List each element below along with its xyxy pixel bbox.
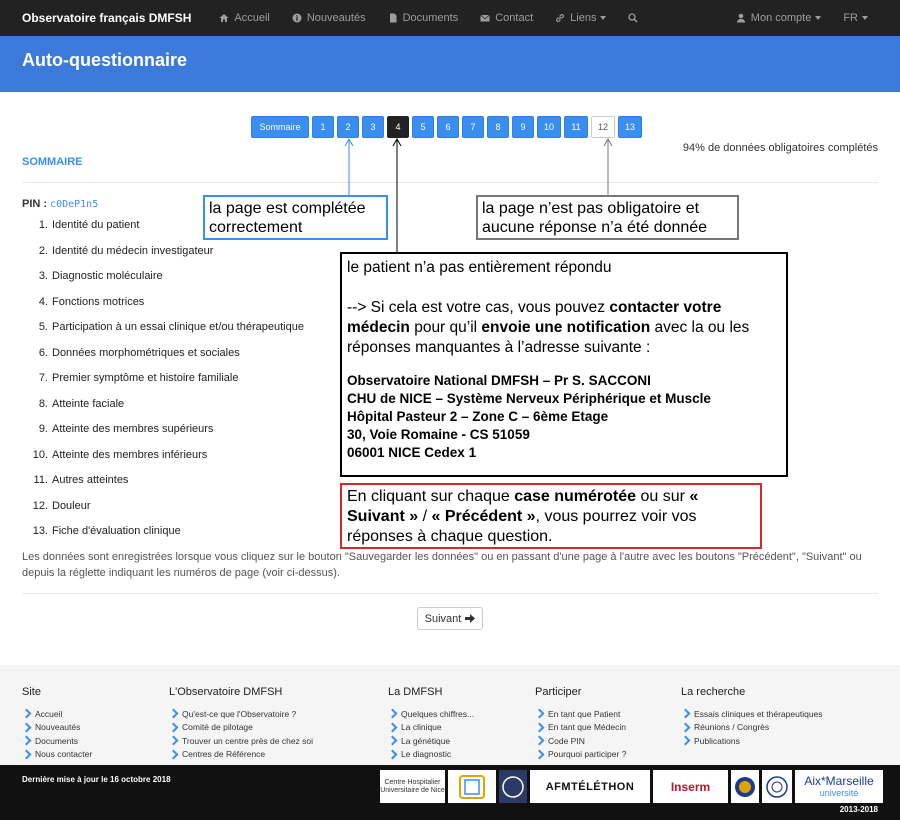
- footer-link[interactable]: Qu'est-ce que l'Observatoire ?: [168, 707, 313, 721]
- footer-link[interactable]: Trouver un centre près de chez soi: [168, 734, 313, 748]
- callout-completed: la page est complétée correctement: [203, 195, 388, 240]
- chevron-right-icon: [534, 735, 545, 746]
- postal-address: Observatoire National DMFSH – Pr S. SACC…: [347, 373, 711, 460]
- last-update: Dernière mise à jour le 16 octobre 2018: [22, 775, 171, 784]
- footer-link[interactable]: La clinique: [387, 721, 474, 735]
- save-note: Les données sont enregistrées lorsque vo…: [22, 551, 862, 579]
- footer-link[interactable]: Pourquoi participer ?: [534, 748, 626, 762]
- callout-line: le patient n’a pas entièrement répondu: [347, 259, 612, 276]
- summary-item[interactable]: 5. Participation à un essai clinique et/o…: [22, 321, 352, 347]
- university-logo[interactable]: [448, 770, 496, 803]
- chevron-right-icon: [534, 722, 545, 733]
- chevron-right-icon: [168, 708, 179, 719]
- callout-navigation: En cliquant sur chaque case numérotée ou…: [340, 483, 762, 549]
- cnrs-circle-icon: [502, 775, 524, 798]
- footer: Site Accueil Nouveautés Documents Nous c…: [0, 665, 900, 765]
- chevron-right-icon: [168, 722, 179, 733]
- footer-link[interactable]: Essais cliniques et thérapeutiques: [680, 707, 823, 721]
- chevron-right-icon: [168, 749, 179, 760]
- footer-link[interactable]: Accueil: [21, 707, 92, 721]
- next-label: Suivant: [424, 612, 462, 625]
- footer-link[interactable]: Comité de pilotage: [168, 721, 313, 735]
- seal-logo[interactable]: [731, 770, 759, 803]
- footer-col-dmfsh: La DMFSH Quelques chiffres... La cliniqu…: [387, 686, 474, 762]
- chevron-right-icon: [534, 708, 545, 719]
- arrow-right-icon: [465, 614, 476, 623]
- footer-link[interactable]: En tant que Médecin: [534, 721, 626, 735]
- copyright: 2013-2018: [839, 805, 878, 814]
- chu-nice-logo[interactable]: Centre Hospitalier Universitaire de Nice: [380, 770, 445, 803]
- footer-link[interactable]: Documents: [21, 734, 92, 748]
- chevron-right-icon: [21, 749, 32, 760]
- footer-link[interactable]: Le diagnostic: [387, 748, 474, 762]
- footer-link[interactable]: Code PIN: [534, 734, 626, 748]
- summary-item[interactable]: 8. Atteinte faciale: [22, 398, 352, 424]
- university-seal-icon: [459, 774, 485, 799]
- seal-icon: [735, 776, 755, 797]
- footer-col-recherche: La recherche Essais cliniques et thérape…: [680, 686, 823, 748]
- chevron-right-icon: [680, 722, 691, 733]
- summary-item[interactable]: 9. Atteinte des membres supérieurs: [22, 423, 352, 449]
- divider: [22, 593, 878, 594]
- footer-col-title: La DMFSH: [388, 686, 443, 698]
- seal-icon: [766, 775, 788, 798]
- footer-link[interactable]: Réunions / Congrès: [680, 721, 823, 735]
- callout-paragraph: --> Si cela est votre cas, vous pouvez c…: [347, 299, 750, 356]
- footer-link[interactable]: En tant que Patient: [534, 707, 626, 721]
- footer-col-site: Site Accueil Nouveautés Documents Nous c…: [21, 686, 92, 762]
- footer-col-title: La recherche: [681, 686, 746, 698]
- footer-link[interactable]: La génétique: [387, 734, 474, 748]
- next-button[interactable]: Suivant: [417, 607, 483, 630]
- summary-item[interactable]: 10. Atteinte des membres inférieurs: [22, 449, 352, 475]
- afm-telethon-logo[interactable]: AFMTÉLÉTHON: [530, 770, 650, 803]
- footer-bottom-bar: Dernière mise à jour le 16 octobre 2018 …: [0, 765, 900, 820]
- summary-item[interactable]: 12. Douleur: [22, 500, 352, 526]
- chevron-right-icon: [387, 722, 398, 733]
- footer-col-title: Site: [22, 686, 41, 698]
- aix-marseille-logo[interactable]: Aix*Marseille université: [795, 770, 883, 803]
- seal-logo[interactable]: [762, 770, 792, 803]
- chevron-right-icon: [21, 735, 32, 746]
- footer-link[interactable]: Nouveautés: [21, 721, 92, 735]
- chevron-right-icon: [168, 735, 179, 746]
- footer-link[interactable]: Publications: [680, 734, 823, 748]
- chevron-right-icon: [21, 722, 32, 733]
- summary-item[interactable]: 11. Autres atteintes: [22, 474, 352, 500]
- footer-col-title: Participer: [535, 686, 582, 698]
- summary-item[interactable]: 13. Fiche d'évaluation clinique: [22, 525, 352, 551]
- summary-item[interactable]: 6. Données morphométriques et sociales: [22, 347, 352, 373]
- chevron-right-icon: [680, 735, 691, 746]
- inserm-logo[interactable]: Inserm: [653, 770, 728, 803]
- footer-col-title: L'Observatoire DMFSH: [169, 686, 283, 698]
- partner-logos: Centre Hospitalier Universitaire de Nice…: [380, 770, 886, 803]
- summary-item[interactable]: 7. Premier symptôme et histoire familiale: [22, 372, 352, 398]
- chevron-right-icon: [534, 749, 545, 760]
- chevron-right-icon: [387, 749, 398, 760]
- footer-link[interactable]: Nous contacter: [21, 748, 92, 762]
- chevron-right-icon: [387, 708, 398, 719]
- footer-link[interactable]: Centres de Référence: [168, 748, 313, 762]
- cnrs-logo[interactable]: [499, 770, 527, 803]
- chevron-right-icon: [21, 708, 32, 719]
- footer-col-observatoire: L'Observatoire DMFSH Qu'est-ce que l'Obs…: [168, 686, 313, 762]
- callout-not-required: la page n’est pas obligatoire et aucune …: [476, 195, 739, 240]
- footer-link[interactable]: Quelques chiffres...: [387, 707, 474, 721]
- chevron-right-icon: [680, 708, 691, 719]
- callout-incomplete: le patient n’a pas entièrement répondu -…: [340, 252, 788, 477]
- chevron-right-icon: [387, 735, 398, 746]
- footer-col-participer: Participer En tant que Patient En tant q…: [534, 686, 626, 762]
